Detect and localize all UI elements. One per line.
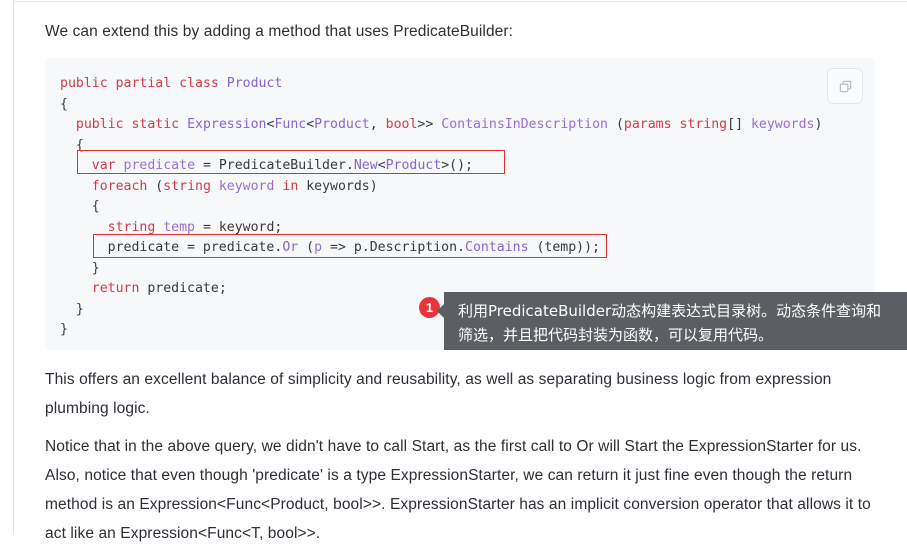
left-gutter-divider [13,0,14,535]
annotation-tooltip: 利用PredicateBuilder动态构建表达式目录树。动态条件查询和筛选，并… [437,292,907,350]
article-page: We can extend this by adding a method th… [0,0,907,542]
body-paragraph-2: Notice that in the above query, we didn'… [45,438,871,542]
body-paragraph-1: This offers an excellent balance of simp… [45,371,832,417]
copy-code-button[interactable] [827,68,863,104]
intro-paragraph: We can extend this by adding a method th… [45,23,514,40]
top-divider [14,1,907,2]
copy-icon [839,80,851,92]
